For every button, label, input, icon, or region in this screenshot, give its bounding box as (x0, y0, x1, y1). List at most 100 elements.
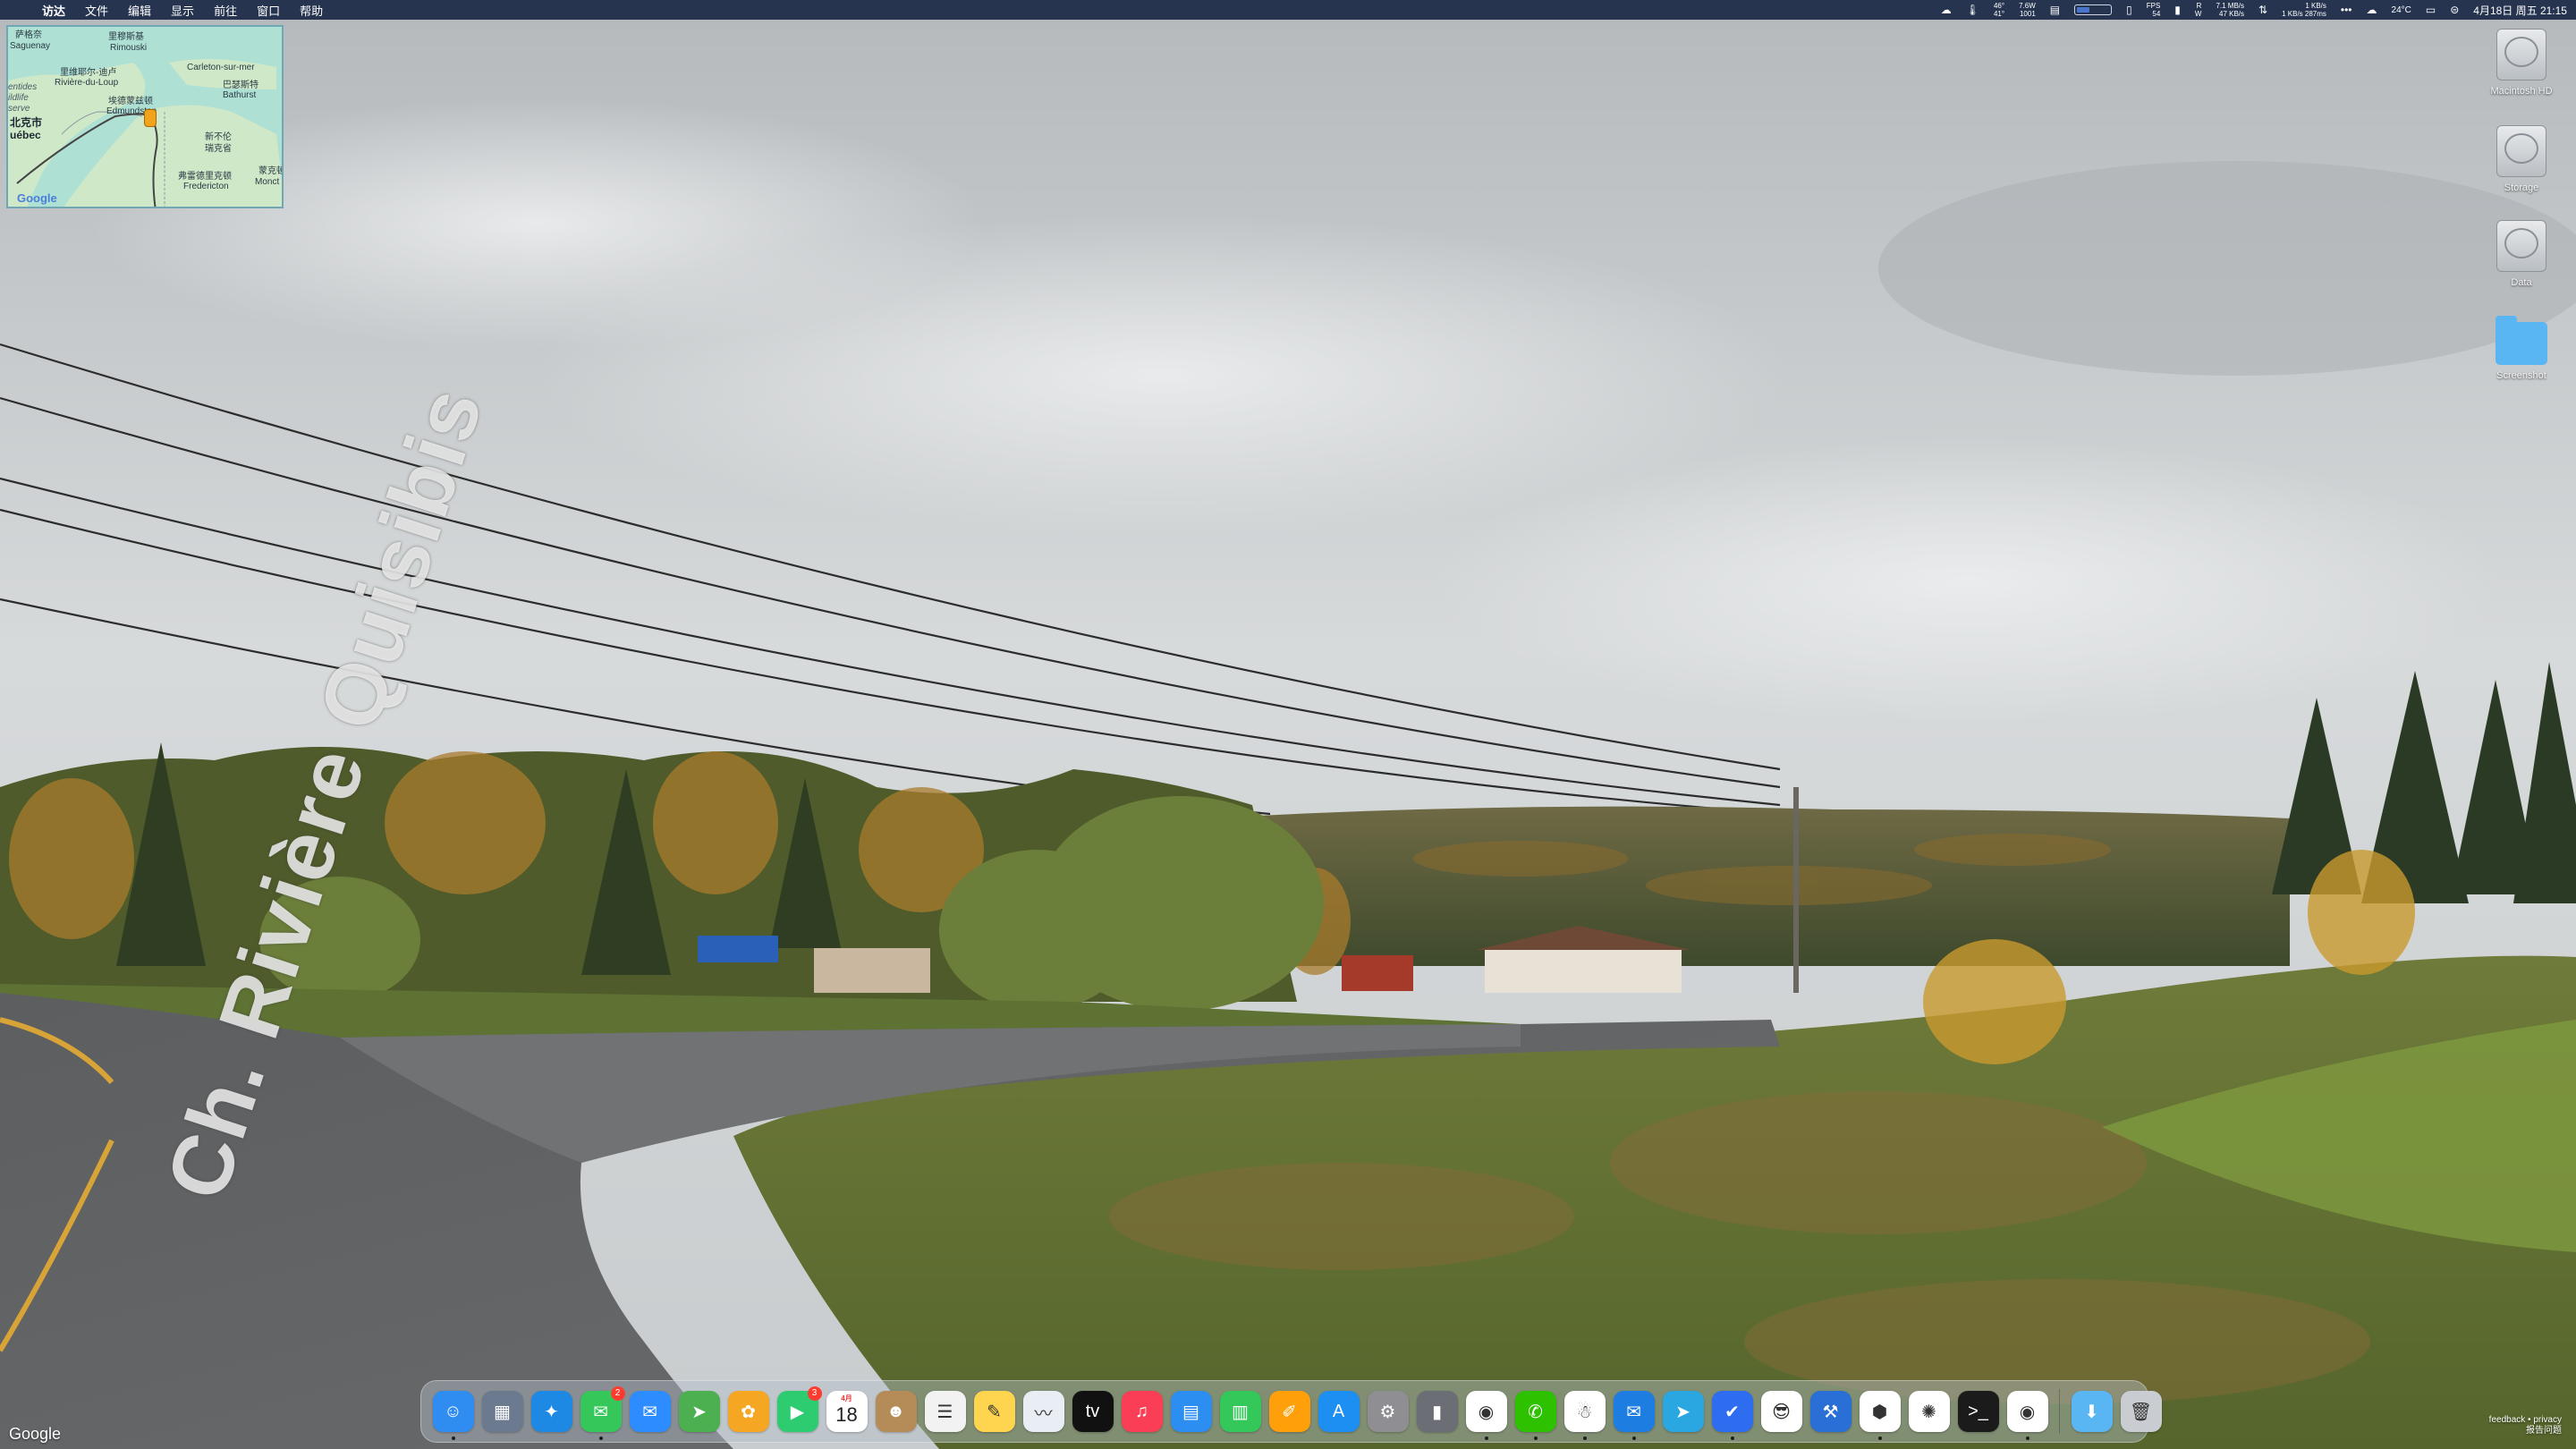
dock-app-freeform[interactable]: 〰 (1022, 1391, 1064, 1432)
display-icon[interactable]: ▭ (2426, 4, 2436, 16)
dock-app-music[interactable]: ♫ (1121, 1391, 1163, 1432)
dock-app-terminal-alt[interactable]: ▮ (1416, 1391, 1458, 1432)
network-readout[interactable]: 1 KB/s 1 KB/s 287ms (2282, 2, 2326, 18)
dock-app-maps[interactable]: ➤ (678, 1391, 720, 1432)
dock-app-numbers[interactable]: ▥ (1219, 1391, 1261, 1432)
map-widget[interactable]: 萨格奈 Saguenay 里穆斯基 Rimouski 里维耶尔-迪卢 Riviè… (6, 25, 284, 208)
more-icon[interactable]: ••• (2341, 4, 2352, 16)
chrome-icon: ◉ (1478, 1402, 1495, 1422)
menu-file[interactable]: 文件 (75, 2, 118, 19)
dock-app-mail[interactable]: ✉ (629, 1391, 671, 1432)
thermometer-icon[interactable]: 🌡 (1966, 4, 1979, 16)
dock-app-app-store[interactable]: A (1318, 1391, 1360, 1432)
calendar-month: 4月 (841, 1394, 852, 1402)
dock-app-trash[interactable]: 🗑 (2120, 1391, 2162, 1432)
dock-app-facetime[interactable]: ▶ 3 (776, 1386, 822, 1432)
dock: ☺ ▦ ✦ ✉ 2 ✉ ➤ ✿ ▶ 3 4月 18 ☻ ☰ ✎ 〰 tv ♫ ▤ ▥ ✐ A ⚙ ▮ ◉ ✆ ☃ ✉ ➤ ✔ 😎 ⚒ ⬢ ✺ >_ ◉… (420, 1380, 2162, 1443)
dock-app-reminders[interactable]: ☰ (924, 1391, 966, 1432)
messages-icon: ✉ (593, 1402, 608, 1422)
dock-app-emoji[interactable]: 😎 (1760, 1391, 1802, 1432)
power-readout[interactable]: 7.6W 1001 (2019, 2, 2036, 18)
map-label: 里维耶尔-迪卢 (60, 68, 117, 78)
dock-app-chrome-alt[interactable]: ◉ (2006, 1391, 2048, 1440)
safari-icon: ✦ (544, 1402, 559, 1422)
dock-app-chatgpt[interactable]: ✺ (1908, 1391, 1950, 1432)
chatgpt-icon: ✺ (1921, 1402, 1936, 1422)
dock-app-tv[interactable]: tv (1072, 1391, 1114, 1432)
dock-app-photos[interactable]: ✿ (727, 1391, 769, 1432)
streetview-feedback-links[interactable]: feedback • privacy 报告问题 (2489, 1415, 2562, 1436)
desktop-icon-screenshot-folder[interactable]: Screenshot (2481, 316, 2562, 381)
control-center-icon[interactable]: ⊜ (2450, 4, 2459, 16)
music-icon: ♫ (1135, 1401, 1148, 1421)
desktop-icon-storage[interactable]: Storage (2481, 125, 2562, 193)
menu-edit[interactable]: 编辑 (118, 2, 161, 19)
dock-app-chrome[interactable]: ◉ (1465, 1391, 1507, 1440)
map-label: Saguenay (10, 41, 51, 51)
dock-app-wechat[interactable]: ✆ (1514, 1391, 1556, 1440)
folder-icon (2496, 316, 2547, 365)
dock-app-finder[interactable]: ☺ (432, 1391, 474, 1440)
desktop-icon-macintosh-hd[interactable]: Macintosh HD (2481, 29, 2562, 97)
terminal-alt-icon: ▮ (1431, 1402, 1442, 1422)
dock-app-telegram[interactable]: ➤ (1662, 1391, 1704, 1432)
disk-rw-label[interactable]: R W (2195, 2, 2202, 18)
map-label: 北克市 (10, 116, 43, 129)
network-arrows-icon[interactable]: ⇅ (2258, 4, 2267, 16)
running-indicator (1582, 1436, 1587, 1440)
dock-app-calendar[interactable]: 4月 18 (826, 1391, 868, 1432)
dock-app-system-settings[interactable]: ⚙ (1367, 1391, 1409, 1432)
streetview-google-mark: Google (9, 1425, 62, 1443)
dock-app-notes[interactable]: ✎ (973, 1391, 1015, 1432)
downloads-folder-icon: ⬇ (2084, 1402, 2099, 1422)
menubar-clock[interactable]: 4月18日 周五 21:15 (2473, 3, 2567, 18)
weather-temp[interactable]: 24°C (2392, 5, 2411, 15)
report-problem-link[interactable]: 报告问题 (2489, 1426, 2562, 1436)
finder-icon: ☺ (444, 1401, 462, 1421)
map-label: uébec (10, 129, 41, 141)
running-indicator (1631, 1436, 1636, 1440)
cpu-temp-readout[interactable]: 46° 41° (1994, 2, 2004, 18)
desktop-icon-data[interactable]: Data (2481, 220, 2562, 288)
map-label: 新不伦 (205, 132, 232, 142)
cloud-sync-icon[interactable]: ☁ (1941, 4, 1952, 16)
gpu-icon[interactable]: ▤ (2050, 4, 2060, 16)
dock-app-xcode[interactable]: ⚒ (1809, 1391, 1852, 1432)
cube-icon: ⬢ (1871, 1402, 1888, 1422)
dock-app-cube[interactable]: ⬢ (1859, 1391, 1901, 1440)
facetime-icon: ▶ (790, 1402, 805, 1422)
emoji-icon: 😎 (1772, 1402, 1791, 1422)
dock-app-safari[interactable]: ✦ (530, 1391, 572, 1432)
desktop-icon-label: Screenshot (2496, 370, 2546, 381)
battery-icon[interactable]: ▯ (2126, 4, 2132, 16)
dock-app-downloads-folder[interactable]: ⬇ (2071, 1391, 2113, 1432)
dock-app-contacts[interactable]: ☻ (875, 1391, 917, 1432)
dock-app-pages[interactable]: ✐ (1268, 1391, 1310, 1432)
dock-app-feedback[interactable]: ✉ (1613, 1391, 1655, 1440)
menu-view[interactable]: 显示 (161, 2, 204, 19)
dock-app-messages[interactable]: ✉ 2 (580, 1386, 625, 1440)
running-indicator (1877, 1436, 1882, 1440)
reminders-icon: ☰ (936, 1402, 953, 1422)
contacts-icon: ☻ (886, 1401, 906, 1421)
disk-rw-readout[interactable]: 7.1 MB/s 47 KB/s (2216, 2, 2244, 18)
dock-app-launchpad[interactable]: ▦ (481, 1391, 523, 1432)
dock-app-qq[interactable]: ☃ (1563, 1391, 1606, 1440)
running-indicator (451, 1436, 455, 1440)
fps-readout[interactable]: FPS 54 (2147, 2, 2161, 18)
menu-go[interactable]: 前往 (204, 2, 247, 19)
location-pin-icon[interactable] (144, 109, 157, 127)
terminal-icon: >_ (1968, 1401, 1988, 1421)
feedback-privacy-link[interactable]: feedback • privacy (2489, 1415, 2562, 1426)
dock-app-mail-alt[interactable]: ✔ (1711, 1391, 1753, 1440)
memory-bar[interactable] (2074, 4, 2113, 15)
menu-app-name[interactable]: 访达 (32, 2, 75, 19)
menu-window[interactable]: 窗口 (247, 2, 290, 19)
menu-help[interactable]: 帮助 (290, 2, 333, 19)
desktop-icon-label: Data (2511, 277, 2532, 288)
dock-app-terminal[interactable]: >_ (1957, 1391, 1999, 1432)
dock-app-keynote[interactable]: ▤ (1170, 1391, 1212, 1432)
device-icon[interactable]: ▮ (2174, 4, 2181, 16)
hard-disk-icon (2496, 29, 2546, 80)
weather-cloud-icon[interactable]: ☁ (2367, 4, 2377, 16)
